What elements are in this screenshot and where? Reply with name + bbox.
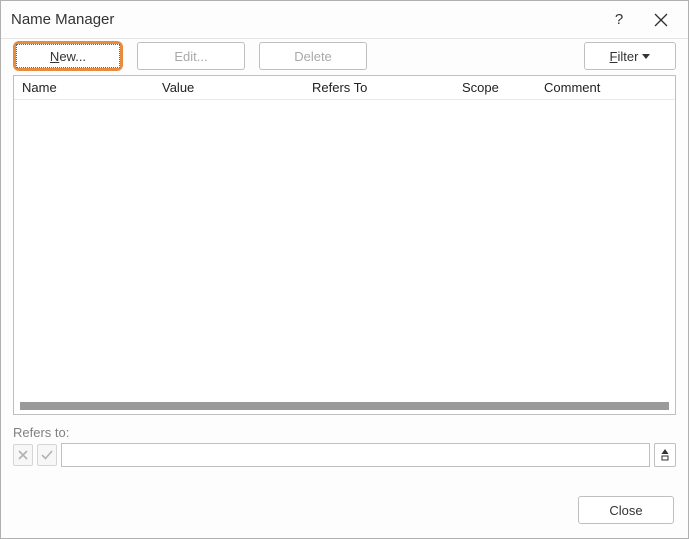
refers-to-label: Refers to: (13, 425, 676, 440)
filter-button-accelerator: F (610, 49, 618, 64)
column-header-value[interactable]: Value (154, 80, 304, 95)
filter-button[interactable]: Filter (584, 42, 676, 70)
new-button-accelerator: N (50, 49, 59, 64)
footer: Close (1, 482, 688, 538)
column-header-scope[interactable]: Scope (454, 80, 536, 95)
names-grid: Name Value Refers To Scope Comment (13, 75, 676, 415)
close-button-label: Close (609, 503, 642, 518)
filter-button-label: ilter (618, 49, 639, 64)
delete-button-label: Delete (294, 49, 332, 64)
column-header-name[interactable]: Name (14, 80, 154, 95)
column-header-refers[interactable]: Refers To (304, 80, 454, 95)
new-button-label: ew... (59, 49, 86, 64)
grid-header: Name Value Refers To Scope Comment (14, 76, 675, 100)
collapse-dialog-icon (659, 448, 671, 462)
titlebar: Name Manager ? (1, 1, 688, 39)
horizontal-scrollbar[interactable] (14, 400, 675, 414)
column-header-comment[interactable]: Comment (536, 80, 675, 95)
refers-to-row (13, 443, 676, 467)
range-picker-button[interactable] (654, 443, 676, 467)
scrollbar-thumb[interactable] (20, 402, 669, 410)
close-button[interactable]: Close (578, 496, 674, 524)
commit-edit-button (37, 444, 57, 466)
chevron-down-icon (642, 54, 650, 59)
refers-to-input (61, 443, 650, 467)
cancel-edit-button (13, 444, 33, 466)
new-button-highlight: New... (13, 41, 123, 71)
dialog-title: Name Manager (11, 11, 598, 28)
edit-button: Edit... (137, 42, 245, 70)
new-button[interactable]: New... (16, 44, 120, 68)
close-icon[interactable] (640, 5, 682, 35)
name-manager-dialog: Name Manager ? New... Edit... Delete Fil… (0, 0, 689, 539)
toolbar: New... Edit... Delete Filter (1, 39, 688, 71)
help-button[interactable]: ? (598, 5, 640, 35)
delete-button: Delete (259, 42, 367, 70)
edit-button-label: Edit... (174, 49, 207, 64)
grid-body[interactable] (14, 100, 675, 400)
